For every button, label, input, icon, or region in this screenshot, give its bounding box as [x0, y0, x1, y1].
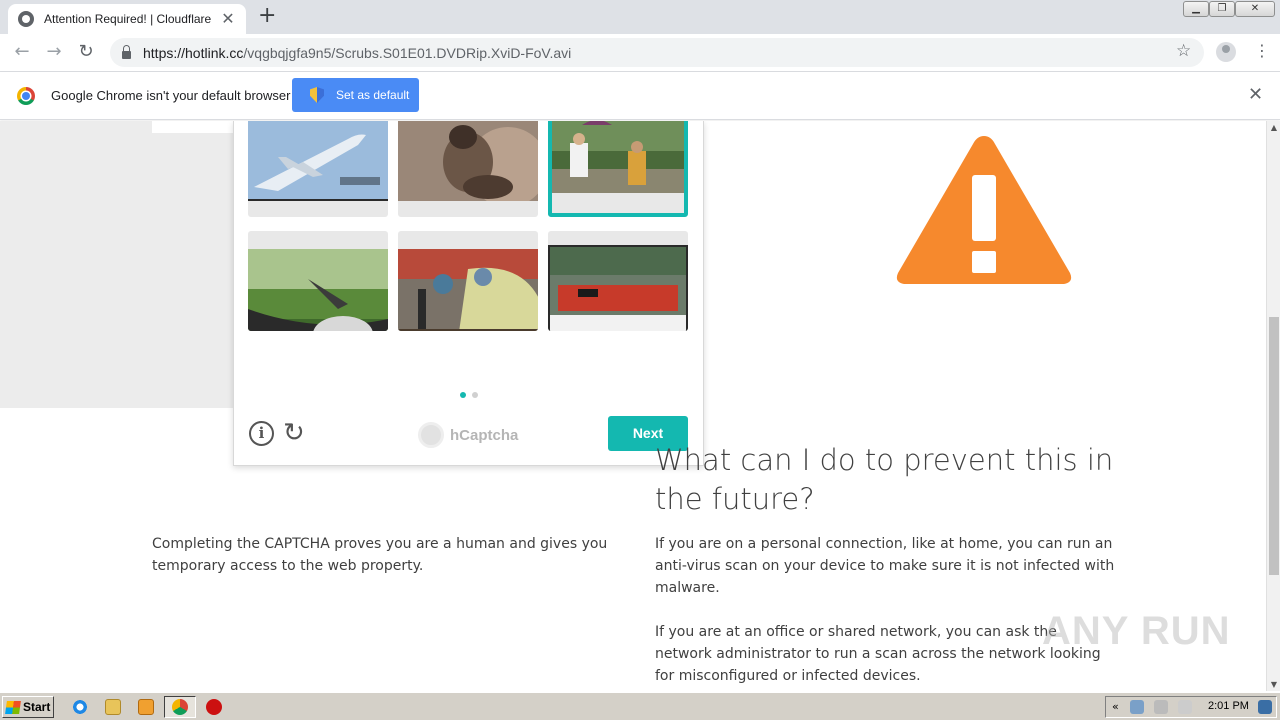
captcha-tile-people-outdoors[interactable] — [548, 121, 688, 217]
captcha-tile-umbrellas[interactable] — [398, 231, 538, 331]
boat-image — [548, 245, 688, 331]
restore-button[interactable]: ❐ — [1209, 1, 1235, 17]
back-button[interactable]: ← — [12, 42, 32, 62]
card-edge — [152, 121, 234, 133]
captcha-tile-cat[interactable] — [398, 121, 538, 217]
people-image — [552, 121, 684, 193]
page-indicator — [460, 392, 478, 398]
hcaptcha-brand: hCaptcha — [450, 426, 519, 444]
bookmark-star-icon[interactable]: ☆ — [1176, 41, 1191, 61]
taskbar-clock: 2:01 PM — [1208, 700, 1249, 712]
hcaptcha-challenge: i ↻ hCaptcha Next — [233, 121, 704, 466]
system-tray: « — [1105, 696, 1277, 718]
url-host: https://hotlink.cc — [143, 44, 244, 61]
hcaptcha-logo[interactable]: hCaptcha — [418, 422, 518, 448]
folder-icon[interactable] — [105, 699, 121, 715]
volume-icon[interactable] — [1154, 700, 1168, 714]
reload-button[interactable]: ↻ — [76, 42, 96, 62]
page-scrollbar[interactable]: ▲ ▼ — [1266, 121, 1280, 691]
internet-explorer-icon[interactable] — [72, 699, 88, 715]
captcha-tile-airplane[interactable] — [248, 121, 388, 217]
url-path: /vqgbqjgfa9n5/Scrubs.S01E01.DVDRip.XviD-… — [243, 44, 572, 61]
start-label: Start — [23, 700, 51, 714]
tray-expand-icon[interactable]: « — [1112, 700, 1119, 713]
cat-image — [398, 121, 538, 201]
globe-icon — [18, 11, 34, 27]
refresh-icon[interactable]: ↻ — [283, 419, 305, 447]
network-icon[interactable] — [1130, 700, 1144, 714]
warning-icon — [896, 136, 1072, 284]
windows-logo-icon — [5, 700, 21, 714]
browser-toolbar: ← → ↻ https://hotlink.cc/vqgbqjgfa9n5/Sc… — [0, 34, 1280, 72]
uac-shield-icon — [310, 87, 324, 103]
minimize-button[interactable]: ▁ — [1183, 1, 1209, 17]
left-body: Completing the CAPTCHA proves you are a … — [152, 536, 608, 574]
tab-title: Attention Required! | Cloudflare — [44, 12, 212, 26]
taskbar-chrome-button[interactable] — [164, 696, 196, 718]
car-interior-image — [248, 249, 388, 331]
forward-button[interactable]: → — [44, 42, 64, 62]
infobar-close-icon[interactable]: ✕ — [1248, 85, 1263, 105]
window-close-button[interactable]: ✕ — [1235, 1, 1275, 17]
title-bar: Attention Required! | Cloudflare ✕ + ▁ ❐… — [0, 0, 1280, 34]
set-default-button[interactable]: Set as default — [292, 78, 419, 112]
tab-close-icon[interactable]: ✕ — [220, 11, 236, 27]
page-content: i ↻ hCaptcha Next Why do I have to compl… — [0, 121, 1266, 691]
show-desktop-icon[interactable] — [1258, 700, 1272, 714]
captcha-tile-car[interactable] — [248, 231, 388, 331]
tab-active[interactable]: Attention Required! | Cloudflare ✕ — [8, 4, 246, 34]
new-tab-button[interactable]: + — [258, 5, 276, 27]
captcha-tile-boat[interactable] — [548, 231, 688, 331]
anyrun-watermark: ANY RUN — [1042, 609, 1231, 653]
chrome-logo-icon — [17, 87, 35, 105]
flag-icon[interactable] — [1178, 700, 1192, 714]
chrome-taskbar-icon — [172, 699, 188, 715]
page-dot-2[interactable] — [472, 392, 478, 398]
profile-avatar-icon[interactable] — [1216, 42, 1236, 62]
scroll-down-icon[interactable]: ▼ — [1267, 680, 1280, 689]
page-dot-1[interactable] — [460, 392, 466, 398]
start-button[interactable]: Start — [2, 696, 54, 718]
info-icon[interactable]: i — [249, 421, 274, 446]
right-heading: What can I do to prevent this in the fut… — [655, 443, 1114, 516]
airplane-image — [248, 121, 388, 201]
right-body-1: If you are on a personal connection, lik… — [655, 536, 1115, 596]
browser-menu-icon[interactable]: ⋮ — [1254, 42, 1270, 60]
scroll-up-icon[interactable]: ▲ — [1267, 123, 1280, 132]
taskbar: Start « 2:01 PM — [0, 692, 1280, 720]
hcaptcha-mark-icon — [418, 422, 444, 448]
lock-icon[interactable] — [122, 44, 131, 59]
media-player-icon[interactable] — [138, 699, 154, 715]
opera-icon[interactable] — [206, 699, 222, 715]
set-default-label: Set as default — [336, 88, 410, 102]
address-bar[interactable]: https://hotlink.cc/vqgbqjgfa9n5/Scrubs.S… — [110, 38, 1204, 67]
umbrellas-image — [398, 249, 538, 331]
scroll-thumb[interactable] — [1269, 317, 1279, 575]
infobar-message: Google Chrome isn't your default browser — [51, 88, 291, 103]
